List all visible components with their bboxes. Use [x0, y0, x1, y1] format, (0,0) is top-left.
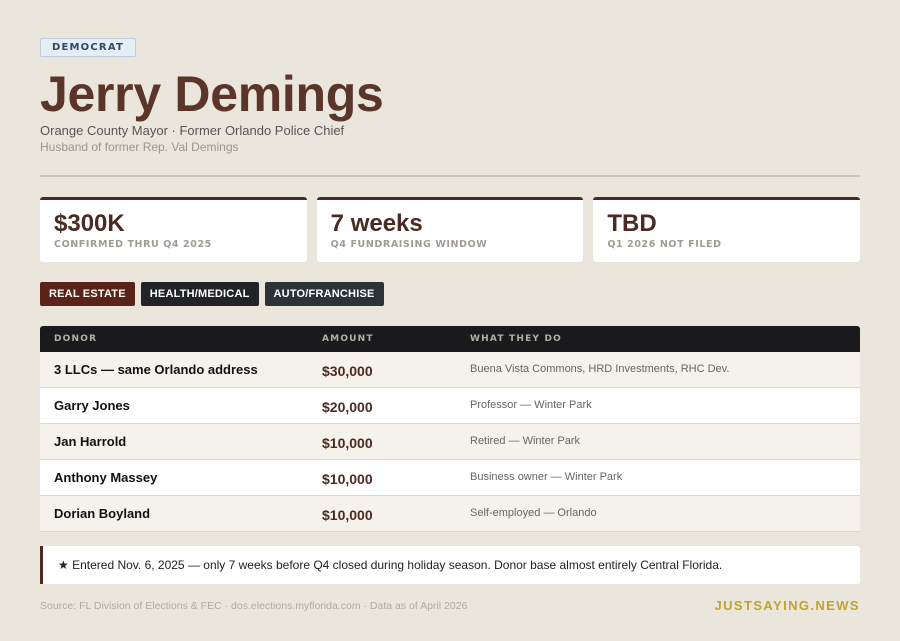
stat-value: $300K: [54, 210, 125, 237]
candidate-card: DEMOCRAT Jerry Demings Orange County May…: [40, 37, 861, 584]
donor-amount: $30,000: [322, 362, 373, 379]
tag-auto-franchise: AUTO/FRANCHISE: [264, 282, 384, 306]
table-row: 3 LLCs — same Orlando address $30,000 Bu…: [40, 352, 860, 388]
column-header-what: WHAT THEY DO: [470, 334, 562, 344]
footer: Source: FL Division of Elections & FEC ·…: [40, 598, 860, 613]
brand-logo[interactable]: JUSTSAYING.NEWS: [715, 598, 861, 613]
donor-amount: $10,000: [322, 470, 373, 487]
candidate-name: Jerry Demings: [40, 66, 384, 122]
donor-occupation: Professor — Winter Park: [470, 398, 592, 411]
donor-occupation: Buena Vista Commons, HRD Investments, RH…: [470, 362, 730, 375]
stat-value: TBD: [607, 210, 657, 237]
divider: [40, 175, 860, 177]
donor-occupation: Self-employed — Orlando: [470, 506, 597, 519]
candidate-note: Husband of former Rep. Val Demings: [40, 140, 239, 154]
donor-name: Anthony Massey: [54, 470, 158, 485]
stat-label: Q1 2026 NOT FILED: [607, 239, 722, 250]
donor-name: Dorian Boyland: [54, 506, 151, 521]
stat-card-window: 7 weeks Q4 FUNDRAISING WINDOW: [316, 197, 584, 262]
table-row: Garry Jones $20,000 Professor — Winter P…: [40, 388, 860, 424]
donor-amount: $10,000: [322, 434, 373, 451]
candidate-subtitle: Orange County Mayor · Former Orlando Pol…: [40, 123, 345, 138]
stat-card-total: $300K CONFIRMED THRU Q4 2025: [40, 197, 307, 262]
industry-tags: REAL ESTATE HEALTH/MEDICAL AUTO/FRANCHIS…: [40, 282, 860, 306]
party-badge: DEMOCRAT: [40, 38, 137, 57]
source-credit: Source: FL Division of Elections & FEC ·…: [40, 599, 468, 612]
table-row: Anthony Massey $10,000 Business owner — …: [40, 460, 860, 496]
callout-note: ★ Entered Nov. 6, 2025 — only 7 weeks be…: [40, 546, 860, 584]
tag-real-estate: REAL ESTATE: [40, 282, 135, 306]
donor-name: Garry Jones: [54, 398, 130, 413]
stat-label: Q4 FUNDRAISING WINDOW: [330, 239, 488, 250]
column-header-donor: DONOR: [54, 334, 98, 344]
table-row: Jan Harrold $10,000 Retired — Winter Par…: [40, 424, 860, 460]
donor-table: DONOR AMOUNT WHAT THEY DO 3 LLCs — same …: [40, 326, 860, 532]
donor-amount: $10,000: [322, 506, 373, 523]
stats-row: $300K CONFIRMED THRU Q4 2025 7 weeks Q4 …: [40, 197, 861, 262]
tag-health-medical: HEALTH/MEDICAL: [140, 282, 259, 306]
table-header: DONOR AMOUNT WHAT THEY DO: [40, 326, 860, 352]
donor-name: 3 LLCs — same Orlando address: [54, 362, 258, 377]
table-row: Dorian Boyland $10,000 Self-employed — O…: [40, 496, 860, 532]
donor-occupation: Retired — Winter Park: [470, 434, 581, 447]
column-header-amount: AMOUNT: [322, 334, 374, 344]
donor-amount: $20,000: [322, 398, 373, 415]
stat-card-q1: TBD Q1 2026 NOT FILED: [593, 197, 861, 262]
donor-occupation: Business owner — Winter Park: [470, 470, 623, 483]
donor-name: Jan Harrold: [54, 434, 127, 449]
stat-label: CONFIRMED THRU Q4 2025: [54, 239, 212, 250]
stat-value: 7 weeks: [330, 210, 423, 237]
